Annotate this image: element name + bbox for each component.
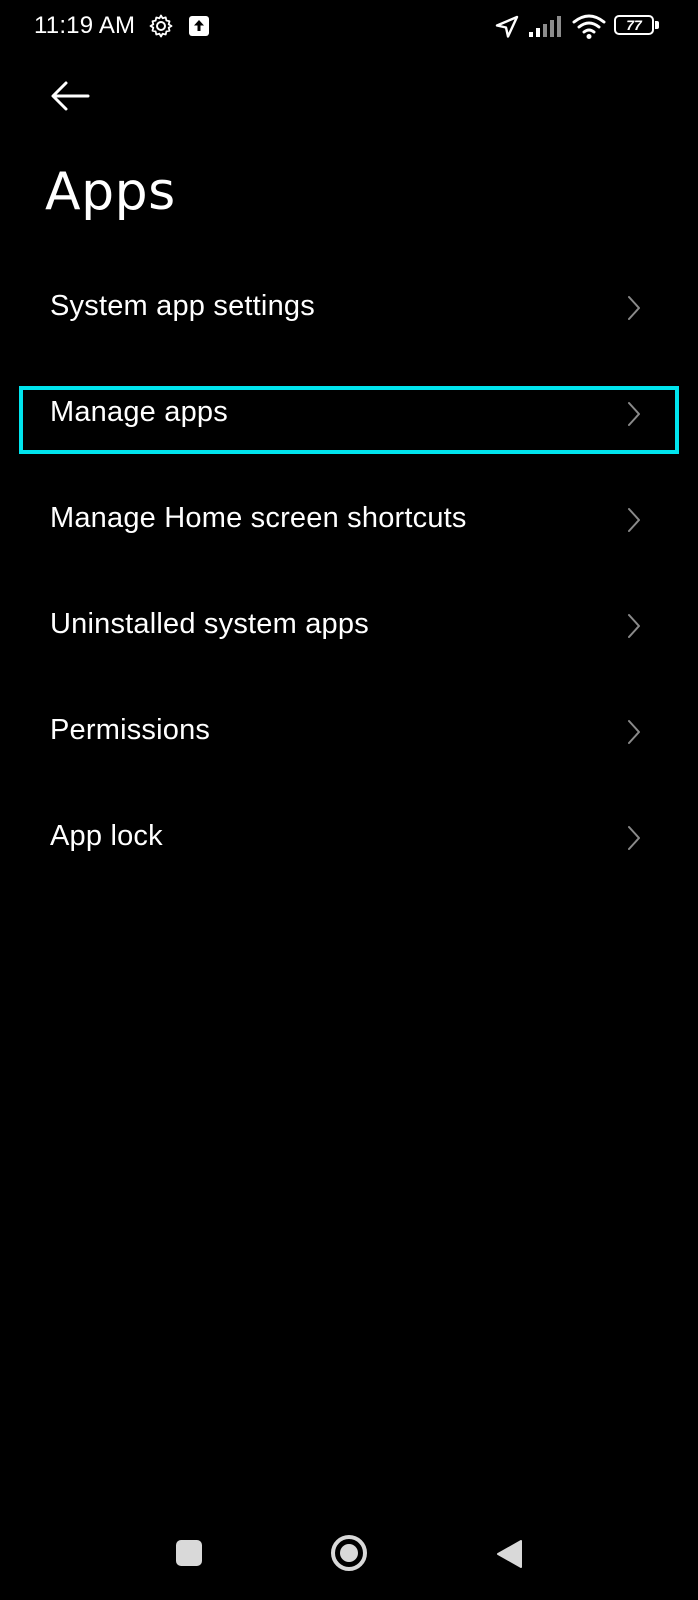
settings-item-label: Permissions xyxy=(50,714,211,746)
settings-item-manage-home-screen-shortcuts[interactable]: Manage Home screen shortcuts xyxy=(0,468,698,574)
settings-item-system-app-settings[interactable]: System app settings xyxy=(0,256,698,362)
upload-icon xyxy=(189,16,209,36)
chevron-right-icon xyxy=(628,296,640,320)
settings-item-label: System app settings xyxy=(50,290,315,322)
chevron-right-icon xyxy=(628,508,640,532)
wifi-icon xyxy=(572,14,606,39)
battery-level: 77 xyxy=(626,17,642,33)
settings-item-permissions[interactable]: Permissions xyxy=(0,680,698,786)
chevron-right-icon xyxy=(628,402,640,426)
back-icon[interactable] xyxy=(494,1538,524,1570)
location-icon xyxy=(495,15,519,38)
battery-tip xyxy=(655,21,659,29)
settings-item-app-lock[interactable]: App lock xyxy=(0,786,698,892)
settings-item-label: Uninstalled system apps xyxy=(50,608,369,640)
signal-icon xyxy=(529,16,561,37)
gear-icon xyxy=(149,14,173,38)
nav-bar xyxy=(0,1520,698,1600)
settings-list: System app settings Manage apps Manage H… xyxy=(0,256,698,892)
recents-icon[interactable] xyxy=(176,1540,202,1566)
battery-icon: 77 xyxy=(614,15,662,37)
home-icon[interactable] xyxy=(330,1534,368,1572)
page-title: Apps xyxy=(45,162,176,222)
chevron-right-icon xyxy=(628,720,640,744)
status-time: 11:19 AM xyxy=(34,12,136,39)
settings-item-label: Manage Home screen shortcuts xyxy=(50,502,467,534)
chevron-right-icon xyxy=(628,826,640,850)
settings-item-uninstalled-system-apps[interactable]: Uninstalled system apps xyxy=(0,574,698,680)
settings-item-label: Manage apps xyxy=(50,396,228,428)
status-bar: 11:19 AM 77 xyxy=(0,0,698,56)
chevron-right-icon xyxy=(628,614,640,638)
settings-item-manage-apps[interactable]: Manage apps xyxy=(0,362,698,468)
back-arrow-icon[interactable] xyxy=(44,72,96,120)
settings-item-label: App lock xyxy=(50,820,163,852)
